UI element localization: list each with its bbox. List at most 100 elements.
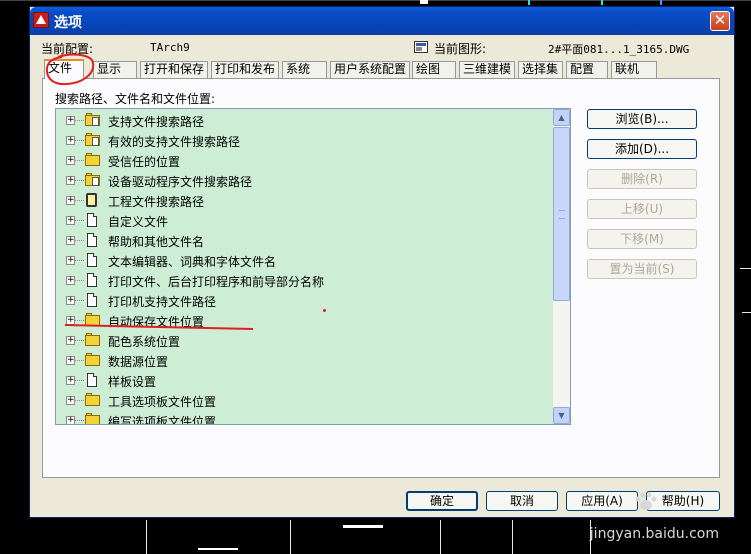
ok-button[interactable]: 确定	[406, 491, 478, 511]
tab-online[interactable]: 联机	[611, 61, 657, 78]
red-annotation-circle	[45, 53, 95, 86]
search-paths-tree[interactable]: + 支持文件搜索路径 + 有效的支持文件搜索路径 + 受信任的位置 + 设备驱动程序文件…	[55, 108, 571, 425]
tree-item-label: 工程文件搜索路径	[108, 195, 205, 209]
move-down-button[interactable]: 下移(M)	[587, 229, 697, 249]
file-icon	[87, 213, 97, 227]
tab-user-preferences[interactable]: 用户系统配置	[330, 61, 410, 78]
expand-icon[interactable]: +	[66, 216, 75, 225]
expand-icon[interactable]: +	[66, 276, 75, 285]
tree-item[interactable]: + 文本编辑器、词典和字体文件名	[56, 251, 554, 271]
expand-icon[interactable]: +	[66, 156, 75, 165]
tree-item-label: 有效的支持文件搜索路径	[108, 135, 241, 149]
scroll-down-arrow-icon[interactable]: ▼	[553, 407, 570, 424]
tab-3d-modeling[interactable]: 三维建模	[459, 61, 515, 78]
file-icon	[87, 293, 97, 307]
dialog-title: 选项	[54, 15, 82, 31]
move-up-button[interactable]: 上移(U)	[587, 199, 697, 219]
folder-icon	[85, 133, 101, 147]
expand-icon[interactable]: +	[66, 256, 75, 265]
tree-item[interactable]: + 支持文件搜索路径	[56, 111, 554, 131]
file-icon	[87, 253, 97, 267]
background-line	[290, 520, 291, 554]
expand-icon[interactable]: +	[66, 336, 75, 345]
tree-item[interactable]: + 数据源位置	[56, 351, 554, 371]
baidu-paw-logo-icon	[635, 492, 657, 510]
expand-icon[interactable]: +	[66, 416, 75, 424]
tree-item-label: 打印文件、后台打印程序和前导部分名称	[108, 275, 325, 289]
expand-icon[interactable]: +	[66, 236, 75, 245]
tree-item-label: 自定义文件	[108, 215, 169, 229]
remove-button[interactable]: 删除(R)	[587, 169, 697, 189]
current-drawing-label: 当前图形:	[434, 42, 487, 56]
tab-open-and-save[interactable]: 打开和保存	[140, 61, 208, 78]
tree-item-label: 设备驱动程序文件搜索路径	[108, 175, 253, 189]
background-blue-mark	[660, 0, 662, 5]
tree-item[interactable]: + 工具选项板文件位置	[56, 391, 554, 411]
title-bar[interactable]: 选项 ✕	[30, 7, 734, 35]
folder-icon	[85, 413, 101, 424]
add-button[interactable]: 添加(D)...	[587, 139, 697, 159]
set-current-button[interactable]: 置为当前(S)	[587, 259, 697, 279]
drawing-icon	[414, 41, 428, 53]
background-line	[440, 520, 441, 554]
tree-item-label: 帮助和其他文件名	[108, 235, 205, 249]
expand-icon[interactable]: +	[66, 116, 75, 125]
tree-item[interactable]: + 打印文件、后台打印程序和前导部分名称	[56, 271, 554, 291]
file-icon	[87, 373, 97, 387]
scroll-up-arrow-icon[interactable]: ▲	[553, 109, 570, 126]
tree-scrollbar[interactable]: ▲ ▼	[553, 109, 570, 424]
expand-icon[interactable]: +	[66, 136, 75, 145]
folder-icon	[85, 173, 101, 187]
background-cyan-mark	[601, 0, 603, 5]
tree-item-label: 工具选项板文件位置	[108, 395, 217, 409]
expand-icon[interactable]: +	[66, 196, 75, 205]
tree-item-label: 样板设置	[108, 375, 157, 389]
background-line	[512, 520, 513, 554]
expand-icon[interactable]: +	[66, 176, 75, 185]
expand-icon[interactable]: +	[66, 376, 75, 385]
background-line	[198, 548, 238, 550]
tree-item[interactable]: + 工程文件搜索路径	[56, 191, 554, 211]
tab-drafting[interactable]: 绘图	[412, 61, 456, 78]
expand-icon[interactable]: +	[66, 296, 75, 305]
tree-item-label: 数据源位置	[108, 355, 169, 369]
tree-item[interactable]: + 样板设置	[56, 371, 554, 391]
tree-item[interactable]: + 有效的支持文件搜索路径	[56, 131, 554, 151]
folder-icon	[85, 113, 101, 127]
apply-button[interactable]: 应用(A)	[566, 491, 638, 511]
tree-item[interactable]: + 帮助和其他文件名	[56, 231, 554, 251]
tree-item-label: 文本编辑器、词典和字体文件名	[108, 255, 277, 269]
autocad-app-icon	[33, 12, 49, 28]
tree-item[interactable]: + 配色系统位置	[56, 331, 554, 351]
tree-item-label: 编写选项板文件位置	[108, 415, 217, 425]
expand-icon[interactable]: +	[66, 396, 75, 405]
close-icon: ✕	[713, 11, 727, 29]
tree-item[interactable]: + 编写选项板文件位置	[56, 411, 554, 425]
tab-profiles[interactable]: 配置	[566, 61, 608, 78]
tree-item[interactable]: + 自定义文件	[56, 211, 554, 231]
current-drawing-value: 2#平面081...1_3165.DWG	[548, 43, 690, 56]
file-icon	[87, 273, 97, 287]
options-dialog: 选项 ✕ 当前配置: TArch9 当前图形: 2#平面081...1_3165…	[29, 6, 735, 518]
red-annotation-underline	[64, 324, 254, 330]
tree-item[interactable]: + 打印机支持文件路径	[56, 291, 554, 311]
scrollbar-thumb[interactable]	[553, 127, 570, 301]
folder-icon	[85, 153, 101, 167]
search-paths-section-label: 搜索路径、文件名和文件位置:	[55, 92, 216, 106]
tab-selection[interactable]: 选择集	[518, 61, 563, 78]
cancel-button[interactable]: 取消	[486, 491, 558, 511]
folder-icon	[85, 393, 101, 407]
tree-item[interactable]: + 设备驱动程序文件搜索路径	[56, 171, 554, 191]
tab-system[interactable]: 系统	[282, 61, 327, 78]
background-frame-line	[0, 0, 751, 1]
tree-item[interactable]: + 受信任的位置	[56, 151, 554, 171]
tab-plot-and-publish[interactable]: 打印和发布	[211, 61, 279, 78]
background-line	[742, 312, 751, 313]
current-profile-value: TArch9	[150, 41, 190, 54]
close-button[interactable]: ✕	[710, 11, 730, 31]
expand-icon[interactable]: +	[66, 356, 75, 365]
folder-icon	[85, 333, 101, 347]
tab-display[interactable]: 显示	[93, 61, 137, 78]
file-icon	[87, 233, 97, 247]
browse-button[interactable]: 浏览(B)...	[587, 109, 697, 129]
